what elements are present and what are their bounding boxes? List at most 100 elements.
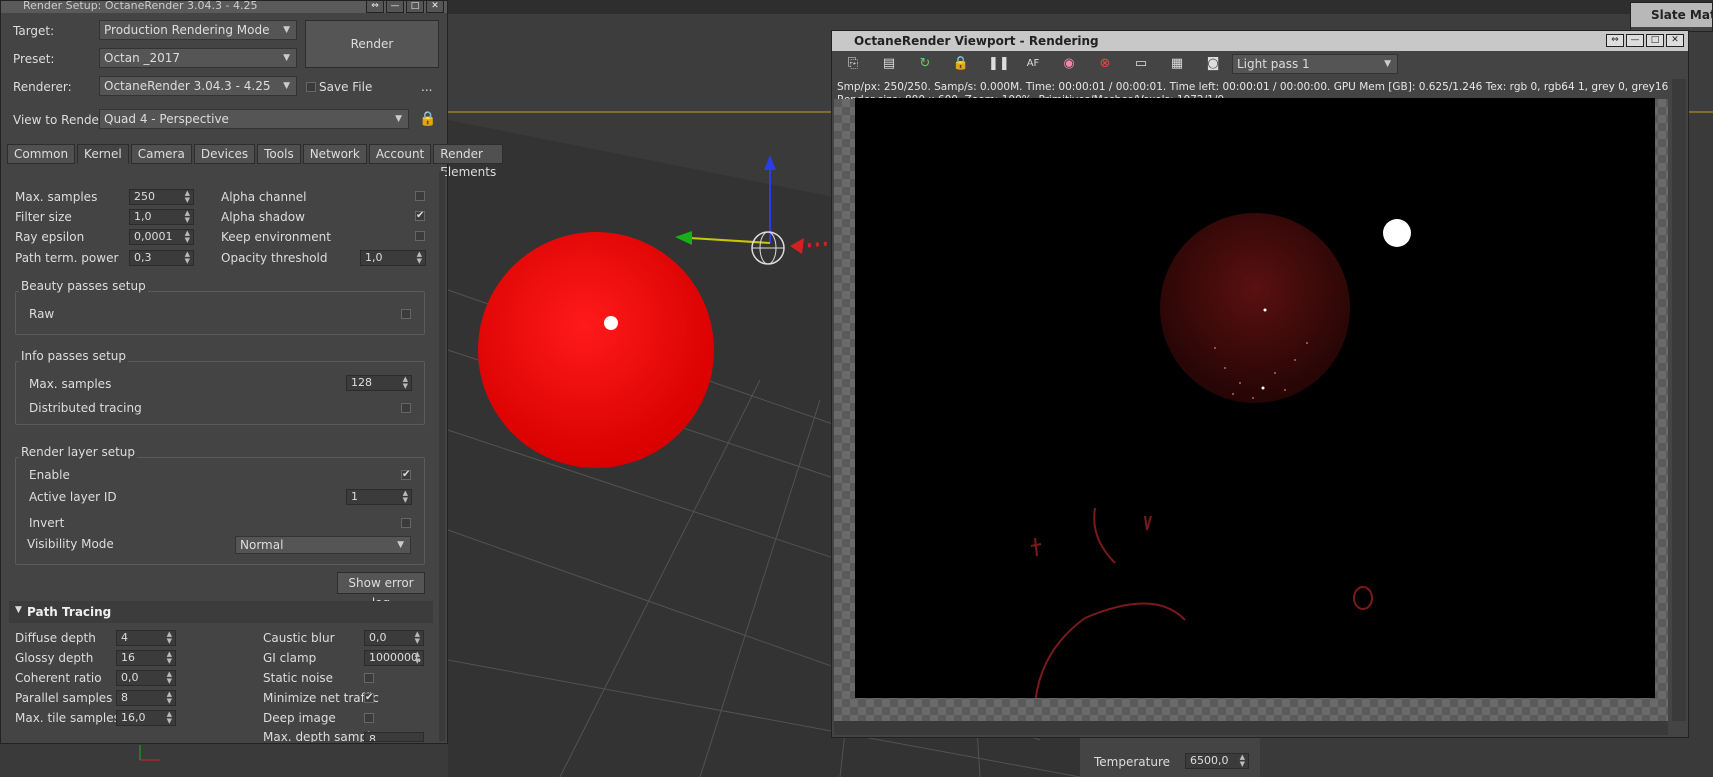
- copy-icon[interactable]: ▤: [880, 55, 898, 73]
- alpha-shadow-checkbox[interactable]: ✔: [415, 211, 425, 221]
- diffuse-depth-spinner[interactable]: 4 ▲ ▼: [116, 630, 176, 646]
- coherent-ratio-spinner[interactable]: 0,0 ▲ ▼: [116, 670, 176, 686]
- render-pass-dropdown[interactable]: Light pass 1 ▼: [1232, 54, 1398, 74]
- pause-icon[interactable]: ❚❚: [988, 55, 1010, 73]
- slate-material-window: Slate Mate: [1630, 2, 1713, 32]
- target-dropdown[interactable]: Production Rendering Mode ▼: [99, 20, 297, 40]
- caustic-blur-value: 0,0: [369, 631, 387, 644]
- deep-image-checkbox[interactable]: [364, 713, 374, 723]
- maximize-icon[interactable]: □: [1646, 34, 1664, 47]
- path-term-spinner[interactable]: 0,3 ▲ ▼: [129, 250, 194, 266]
- maximize-icon[interactable]: □: [406, 0, 424, 13]
- enable-checkbox[interactable]: ✔: [401, 470, 411, 480]
- spinner-arrows-icon: ▲ ▼: [184, 250, 190, 265]
- path-tracing-header[interactable]: Path Tracing: [9, 601, 433, 623]
- keep-environment-checkbox[interactable]: [415, 231, 425, 241]
- max-samples-label: Max. samples: [15, 190, 98, 204]
- distributed-tracing-checkbox[interactable]: [401, 403, 411, 413]
- ray-epsilon-spinner[interactable]: 0,0001 ▲ ▼: [129, 229, 194, 245]
- tab-render-elements[interactable]: Render Elements: [433, 144, 504, 179]
- spinner-arrows-icon: ▲ ▼: [184, 209, 190, 224]
- view-to-render-label: View to Render:: [13, 113, 108, 127]
- gi-clamp-spinner[interactable]: 1000000, ▲ ▼: [364, 650, 424, 666]
- tab-camera[interactable]: Camera: [130, 144, 192, 164]
- minimize-net-traffic-checkbox[interactable]: ✔: [364, 693, 374, 703]
- filter-size-label: Filter size: [15, 210, 72, 224]
- save-file-checkbox[interactable]: [306, 82, 316, 92]
- info-passes-title: Info passes setup: [19, 349, 129, 363]
- show-error-log-button[interactable]: Show error log: [337, 572, 425, 610]
- viewport-vertical-scrollbar[interactable]: [1672, 79, 1686, 721]
- display-icon[interactable]: ▭: [1132, 55, 1150, 73]
- filter-size-spinner[interactable]: 1,0 ▲ ▼: [129, 209, 194, 225]
- active-layer-value: 1: [351, 490, 358, 503]
- tab-bar: Common Kernel Camera Devices Tools Netwo…: [7, 144, 504, 179]
- info-max-samples-spinner[interactable]: 128 ▲ ▼: [346, 375, 412, 391]
- tab-devices[interactable]: Devices: [193, 144, 256, 164]
- save-image-icon[interactable]: ⎘: [844, 55, 862, 73]
- restore-icon[interactable]: ⇔: [1606, 34, 1624, 47]
- tab-common[interactable]: Common: [7, 144, 76, 164]
- info-passes-group: [15, 361, 425, 425]
- lock-icon[interactable]: 🔒: [419, 111, 436, 127]
- view-to-render-dropdown[interactable]: Quad 4 - Perspective ▼: [99, 109, 409, 129]
- tab-kernel[interactable]: Kernel: [77, 144, 129, 164]
- parallel-samples-value: 8: [121, 691, 128, 704]
- restart-icon[interactable]: ↻: [916, 55, 934, 73]
- more-button[interactable]: ...: [421, 80, 432, 94]
- restore-icon[interactable]: ⇔: [366, 0, 384, 13]
- glossy-depth-label: Glossy depth: [15, 651, 94, 665]
- max-depth-samples-value: 8: [369, 733, 376, 742]
- chevron-down-icon: ▼: [283, 81, 290, 91]
- static-noise-checkbox[interactable]: [364, 673, 374, 683]
- lock-icon[interactable]: 🔒: [952, 55, 970, 73]
- path-term-label: Path term. power: [15, 251, 119, 265]
- octane-viewport-title: OctaneRender Viewport - Rendering: [832, 31, 1688, 51]
- light-properties-panel: Temperature 6500,0 ▲ ▼: [1080, 733, 1260, 777]
- tab-tools[interactable]: Tools: [257, 144, 301, 164]
- opacity-threshold-spinner[interactable]: 1,0 ▲ ▼: [360, 250, 426, 266]
- invert-checkbox[interactable]: [401, 518, 411, 528]
- color-picker-icon[interactable]: ◉: [1060, 55, 1078, 73]
- viewport-horizontal-scrollbar[interactable]: [834, 721, 1668, 735]
- spinner-arrows-icon: ▲ ▼: [184, 189, 190, 204]
- render-image[interactable]: [855, 98, 1655, 729]
- film-icon[interactable]: ▦: [1168, 55, 1186, 73]
- max-samples-value: 250: [134, 190, 155, 203]
- view-to-render-value: Quad 4 - Perspective: [104, 112, 229, 126]
- spinner-arrows-icon: ▲ ▼: [166, 690, 172, 705]
- temperature-spinner[interactable]: 6500,0 ▲ ▼: [1185, 753, 1249, 769]
- max-samples-spinner[interactable]: 250 ▲ ▼: [129, 189, 194, 205]
- tab-account[interactable]: Account: [368, 144, 432, 164]
- visibility-mode-dropdown[interactable]: Normal ▼: [235, 536, 411, 554]
- region-icon[interactable]: ⊗: [1096, 55, 1114, 73]
- raw-checkbox[interactable]: [401, 309, 411, 319]
- close-icon[interactable]: ✕: [426, 0, 444, 13]
- glossy-depth-spinner[interactable]: 16 ▲ ▼: [116, 650, 176, 666]
- info-max-samples-label: Max. samples: [29, 377, 112, 391]
- camera-icon[interactable]: ◙: [1204, 55, 1222, 73]
- parallel-samples-spinner[interactable]: 8 ▲ ▼: [116, 690, 176, 706]
- path-term-value: 0,3: [134, 251, 152, 264]
- preset-dropdown[interactable]: Octan _2017 ▼: [99, 48, 297, 68]
- collapse-triangle-icon[interactable]: ▼: [15, 605, 22, 615]
- spinner-arrows-icon: ▲ ▼: [414, 650, 420, 665]
- max-tile-samples-spinner[interactable]: 16,0 ▲ ▼: [116, 710, 176, 726]
- panel-scrollbar[interactable]: [439, 171, 445, 741]
- path-tracing-title: Path Tracing: [27, 605, 112, 619]
- alpha-channel-checkbox[interactable]: [415, 191, 425, 201]
- minimize-icon[interactable]: —: [1626, 34, 1644, 47]
- minimize-icon[interactable]: —: [386, 0, 404, 13]
- caustic-blur-spinner[interactable]: 0,0 ▲ ▼: [364, 630, 424, 646]
- coherent-ratio-value: 0,0: [121, 671, 139, 684]
- af-icon[interactable]: AF: [1024, 55, 1042, 73]
- render-button[interactable]: Render: [305, 20, 439, 68]
- renderer-dropdown[interactable]: OctaneRender 3.04.3 - 4.25 ▼: [99, 76, 297, 96]
- max-depth-samples-spinner[interactable]: 8: [364, 732, 424, 742]
- invert-label: Invert: [29, 516, 65, 530]
- active-layer-spinner[interactable]: 1 ▲ ▼: [346, 489, 412, 505]
- spinner-arrows-icon: ▲ ▼: [166, 650, 172, 665]
- tab-network[interactable]: Network: [302, 144, 367, 164]
- alpha-channel-label: Alpha channel: [221, 190, 307, 204]
- close-icon[interactable]: ✕: [1666, 34, 1684, 47]
